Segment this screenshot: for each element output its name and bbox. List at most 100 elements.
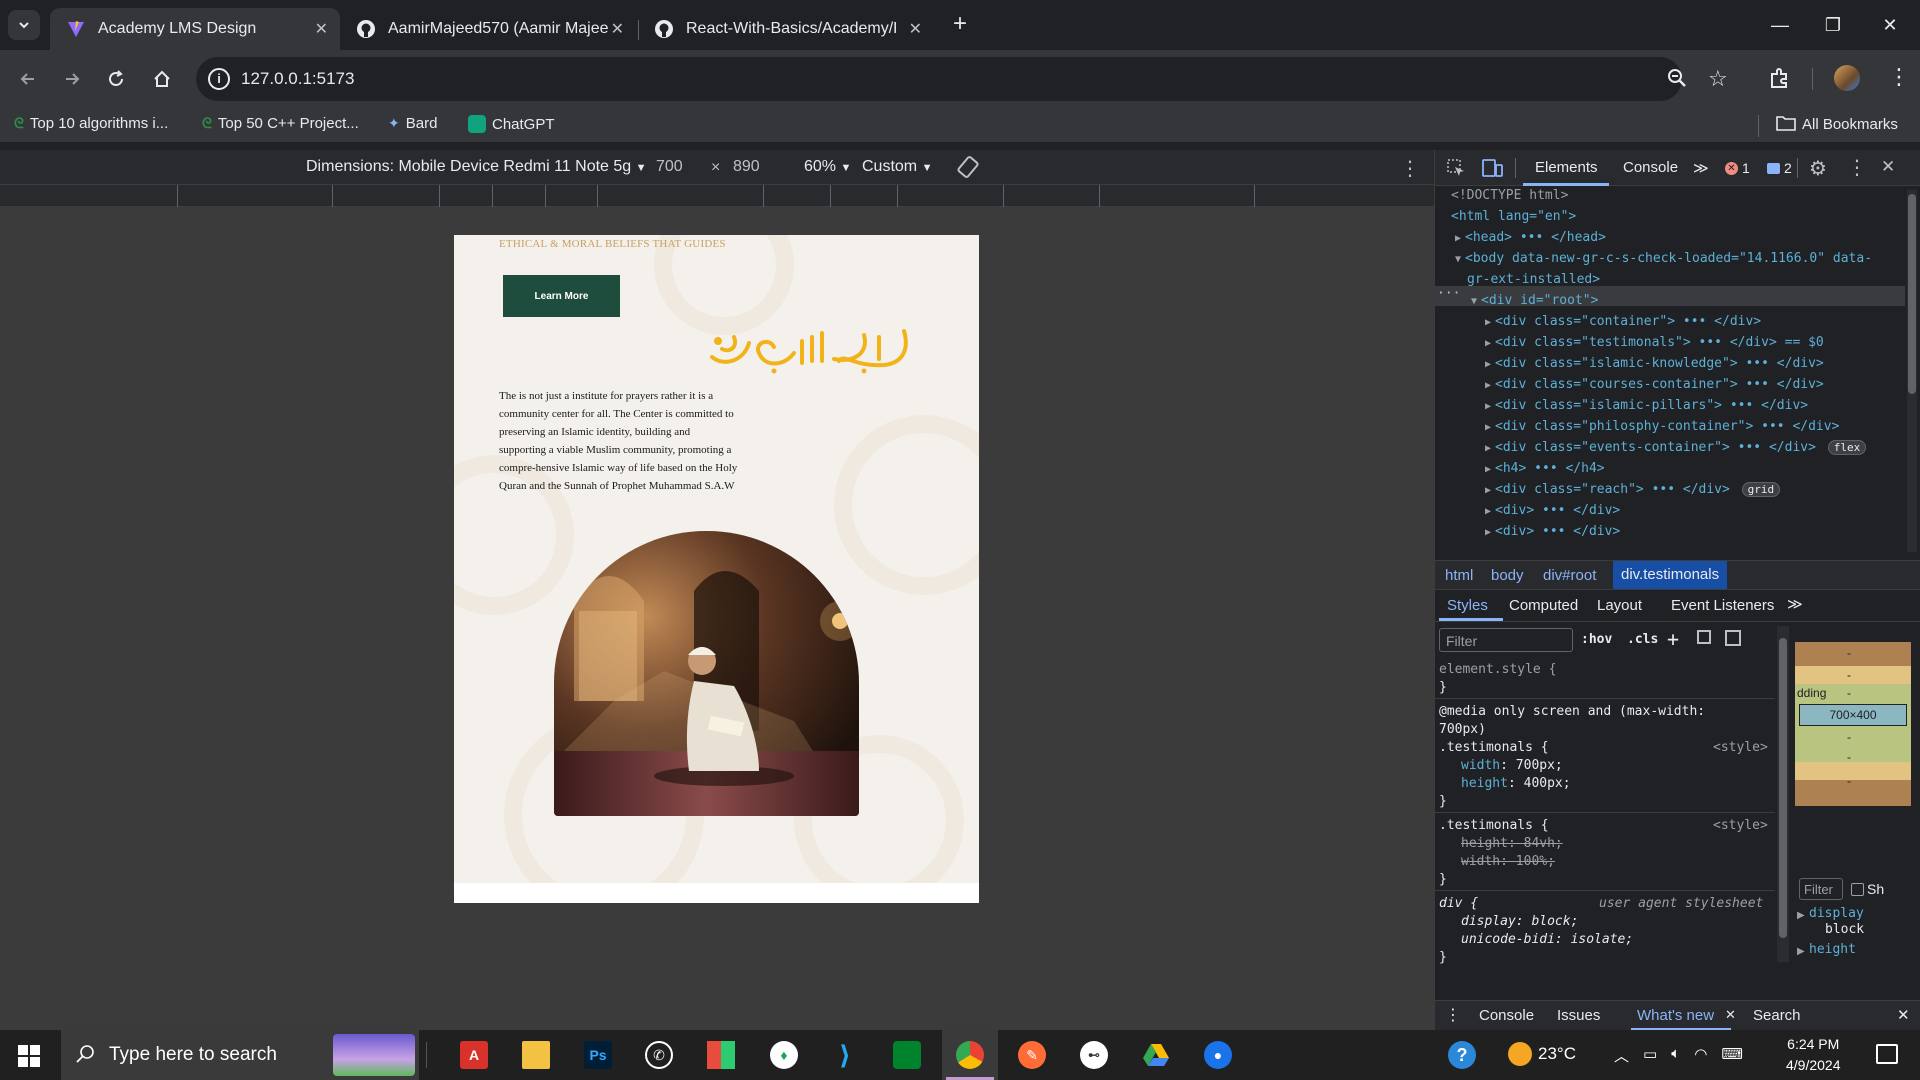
clock[interactable]: 6:24 PM 4/9/2024 [1786, 1034, 1841, 1076]
rotate-icon[interactable] [956, 155, 980, 184]
dom-line[interactable]: <!DOCTYPE html> [1451, 188, 1568, 203]
dom-line[interactable]: ▼ <div id="root"> [1471, 293, 1598, 308]
messaging-app-icon[interactable]: ● [1204, 1041, 1232, 1069]
dom-line[interactable]: ▶ <div class="islamic-knowledge"> ••• </d… [1485, 356, 1824, 371]
hov-toggle[interactable]: :hov [1581, 632, 1612, 647]
more-tabs-icon[interactable]: ≫ [1787, 595, 1803, 613]
site-info-icon[interactable]: i [208, 68, 230, 90]
battery-icon[interactable]: ▭ [1643, 1045, 1657, 1066]
style-source-link[interactable]: <style> [1713, 740, 1768, 755]
close-window-button[interactable]: ✕ [1870, 10, 1910, 40]
browser-menu-icon[interactable]: ⋮ [1888, 64, 1910, 90]
mongodb-icon[interactable]: ♦ [770, 1041, 798, 1069]
dom-line[interactable]: gr-ext-installed> [1467, 272, 1600, 287]
overridden-declaration[interactable]: height: 84vh; [1461, 836, 1563, 851]
dom-tree[interactable]: ··· <!DOCTYPE html> <html lang="en"> ▶ <h… [1435, 186, 1905, 558]
row-actions-ellipsis[interactable]: ··· [1437, 286, 1460, 301]
dom-line[interactable]: ▼ <body data-new-gr-c-s-check-loaded="14.… [1455, 251, 1872, 266]
expand-triangle-icon[interactable]: ▶ [1485, 422, 1491, 433]
selector-testimonals[interactable]: .testimonals { [1439, 740, 1549, 755]
forward-button[interactable] [56, 63, 88, 95]
cls-toggle[interactable]: .cls [1627, 632, 1658, 647]
zoom-select[interactable]: 60% ▼ [804, 158, 851, 176]
breadcrumb-body[interactable]: body [1491, 567, 1524, 584]
drawer-tab-console[interactable]: Console [1479, 1007, 1534, 1024]
tab-github-profile[interactable]: AamirMajeed570 (Aamir Majeed ✕ [340, 8, 636, 50]
expand-triangle-icon[interactable]: ▶ [1485, 359, 1491, 370]
back-button[interactable] [12, 63, 44, 95]
learn-more-button[interactable]: Learn More [503, 275, 620, 317]
expand-triangle-icon[interactable]: ▶ [1485, 527, 1491, 538]
breadcrumb-root[interactable]: div#root [1543, 567, 1596, 584]
dom-line[interactable]: ▶ <div class="philosphy-container"> ••• <… [1485, 419, 1839, 434]
whatsapp-icon[interactable]: ✆ [645, 1041, 673, 1069]
file-explorer-icon[interactable] [522, 1041, 550, 1069]
tab-computed[interactable]: Computed [1509, 597, 1578, 614]
expand-triangle-icon[interactable]: ▶ [1485, 464, 1491, 475]
close-devtools-icon[interactable]: ✕ [1881, 157, 1895, 177]
height-input[interactable]: 890 [733, 158, 760, 176]
css-declaration[interactable]: width: 700px; [1461, 758, 1563, 773]
tab-academy[interactable]: Academy LMS Design ✕ [50, 8, 340, 50]
tab-styles[interactable]: Styles [1447, 597, 1488, 614]
device-toggle-icon[interactable] [1481, 158, 1503, 182]
bookmark-star-icon[interactable]: ☆ [1708, 66, 1728, 92]
content-box[interactable]: 700×400 [1799, 704, 1907, 726]
chrome-icon[interactable] [956, 1041, 984, 1069]
drawer-tab-issues[interactable]: Issues [1557, 1007, 1600, 1024]
overridden-declaration[interactable]: width: 100%; [1461, 854, 1555, 869]
home-button[interactable] [146, 63, 178, 95]
breadcrumb-html[interactable]: html [1445, 567, 1473, 584]
computed-property[interactable]: height [1809, 942, 1856, 957]
close-tab-icon[interactable]: ✕ [909, 19, 922, 39]
dom-line[interactable]: ▶ <div class="courses-container"> ••• </d… [1485, 377, 1824, 392]
windows-start-icon[interactable] [18, 1045, 40, 1067]
show-all-checkbox[interactable] [1851, 883, 1864, 896]
help-icon[interactable]: ? [1448, 1041, 1476, 1069]
expand-triangle-icon[interactable]: ▶ [1485, 338, 1491, 349]
new-rule-icon[interactable]: + [1667, 627, 1679, 651]
keyboard-icon[interactable]: ⌨ [1721, 1045, 1743, 1066]
dom-line[interactable]: ▶ <head> ••• </head> [1455, 230, 1606, 245]
styles-filter-input[interactable]: Filter [1439, 628, 1573, 652]
new-tab-button[interactable]: + [948, 10, 972, 40]
notifications-icon[interactable] [1876, 1044, 1898, 1064]
dom-scrollbar[interactable] [1907, 190, 1917, 552]
error-count-badge[interactable]: ✕ 1 [1725, 160, 1750, 176]
expand-triangle-icon[interactable]: ▶ [1485, 506, 1491, 517]
dom-line[interactable]: <html lang="en"> [1451, 209, 1576, 224]
media-query-ruler[interactable] [0, 185, 1434, 207]
style-source-link[interactable]: <style> [1713, 818, 1768, 833]
flex-badge[interactable]: flex [1827, 440, 1867, 455]
google-drive-icon[interactable] [1142, 1041, 1170, 1069]
tab-github-repo[interactable]: React-With-Basics/Academy/RE ✕ [638, 8, 934, 50]
tab-console[interactable]: Console [1623, 159, 1678, 176]
expand-triangle-icon[interactable]: ▶ [1485, 317, 1491, 328]
dom-line-selected[interactable]: ▶ <div class="testimonals"> ••• </div> ==… [1485, 335, 1824, 350]
throttle-select[interactable]: Custom ▼ [862, 158, 932, 176]
more-tabs-icon[interactable]: ≫ [1693, 159, 1709, 177]
collapse-triangle-icon[interactable]: ▼ [1471, 296, 1477, 307]
scrollbar-thumb[interactable] [1779, 638, 1787, 938]
address-bar[interactable]: i 127.0.0.1:5173 ☆ [196, 57, 1728, 101]
dom-line[interactable]: ▶ <h4> ••• </h4> [1485, 461, 1605, 476]
taskbar-search[interactable]: Type here to search [61, 1030, 419, 1080]
drawer-menu-icon[interactable]: ⋮ [1445, 1005, 1461, 1025]
scrollbar-thumb[interactable] [1908, 194, 1916, 394]
tab-elements[interactable]: Elements [1535, 159, 1598, 176]
meet-icon[interactable] [893, 1041, 921, 1069]
bookmark-item[interactable]: ChatGPT [468, 115, 555, 133]
weather-widget[interactable]: 23°C [1508, 1042, 1576, 1066]
grid-badge[interactable]: grid [1741, 482, 1781, 497]
expand-triangle-icon[interactable]: ▶ [1485, 380, 1491, 391]
expand-triangle-icon[interactable]: ▶ [1485, 485, 1491, 496]
dom-line[interactable]: ▶ <div> ••• </div> [1485, 503, 1620, 518]
breadcrumb-testimonals[interactable]: div.testimonals [1613, 561, 1728, 589]
close-drawer-icon[interactable]: ✕ [1897, 1006, 1910, 1024]
computed-property[interactable]: display [1809, 906, 1864, 921]
vscode-icon[interactable]: ⟩ [831, 1040, 859, 1070]
close-tab-icon[interactable]: ✕ [315, 19, 328, 39]
system-tray-icons[interactable]: ︿ ▭ 🔈︎ ◠ ⌨ [1614, 1045, 1743, 1066]
office-icon[interactable] [707, 1041, 735, 1069]
wifi-icon[interactable]: ◠ [1694, 1045, 1707, 1066]
